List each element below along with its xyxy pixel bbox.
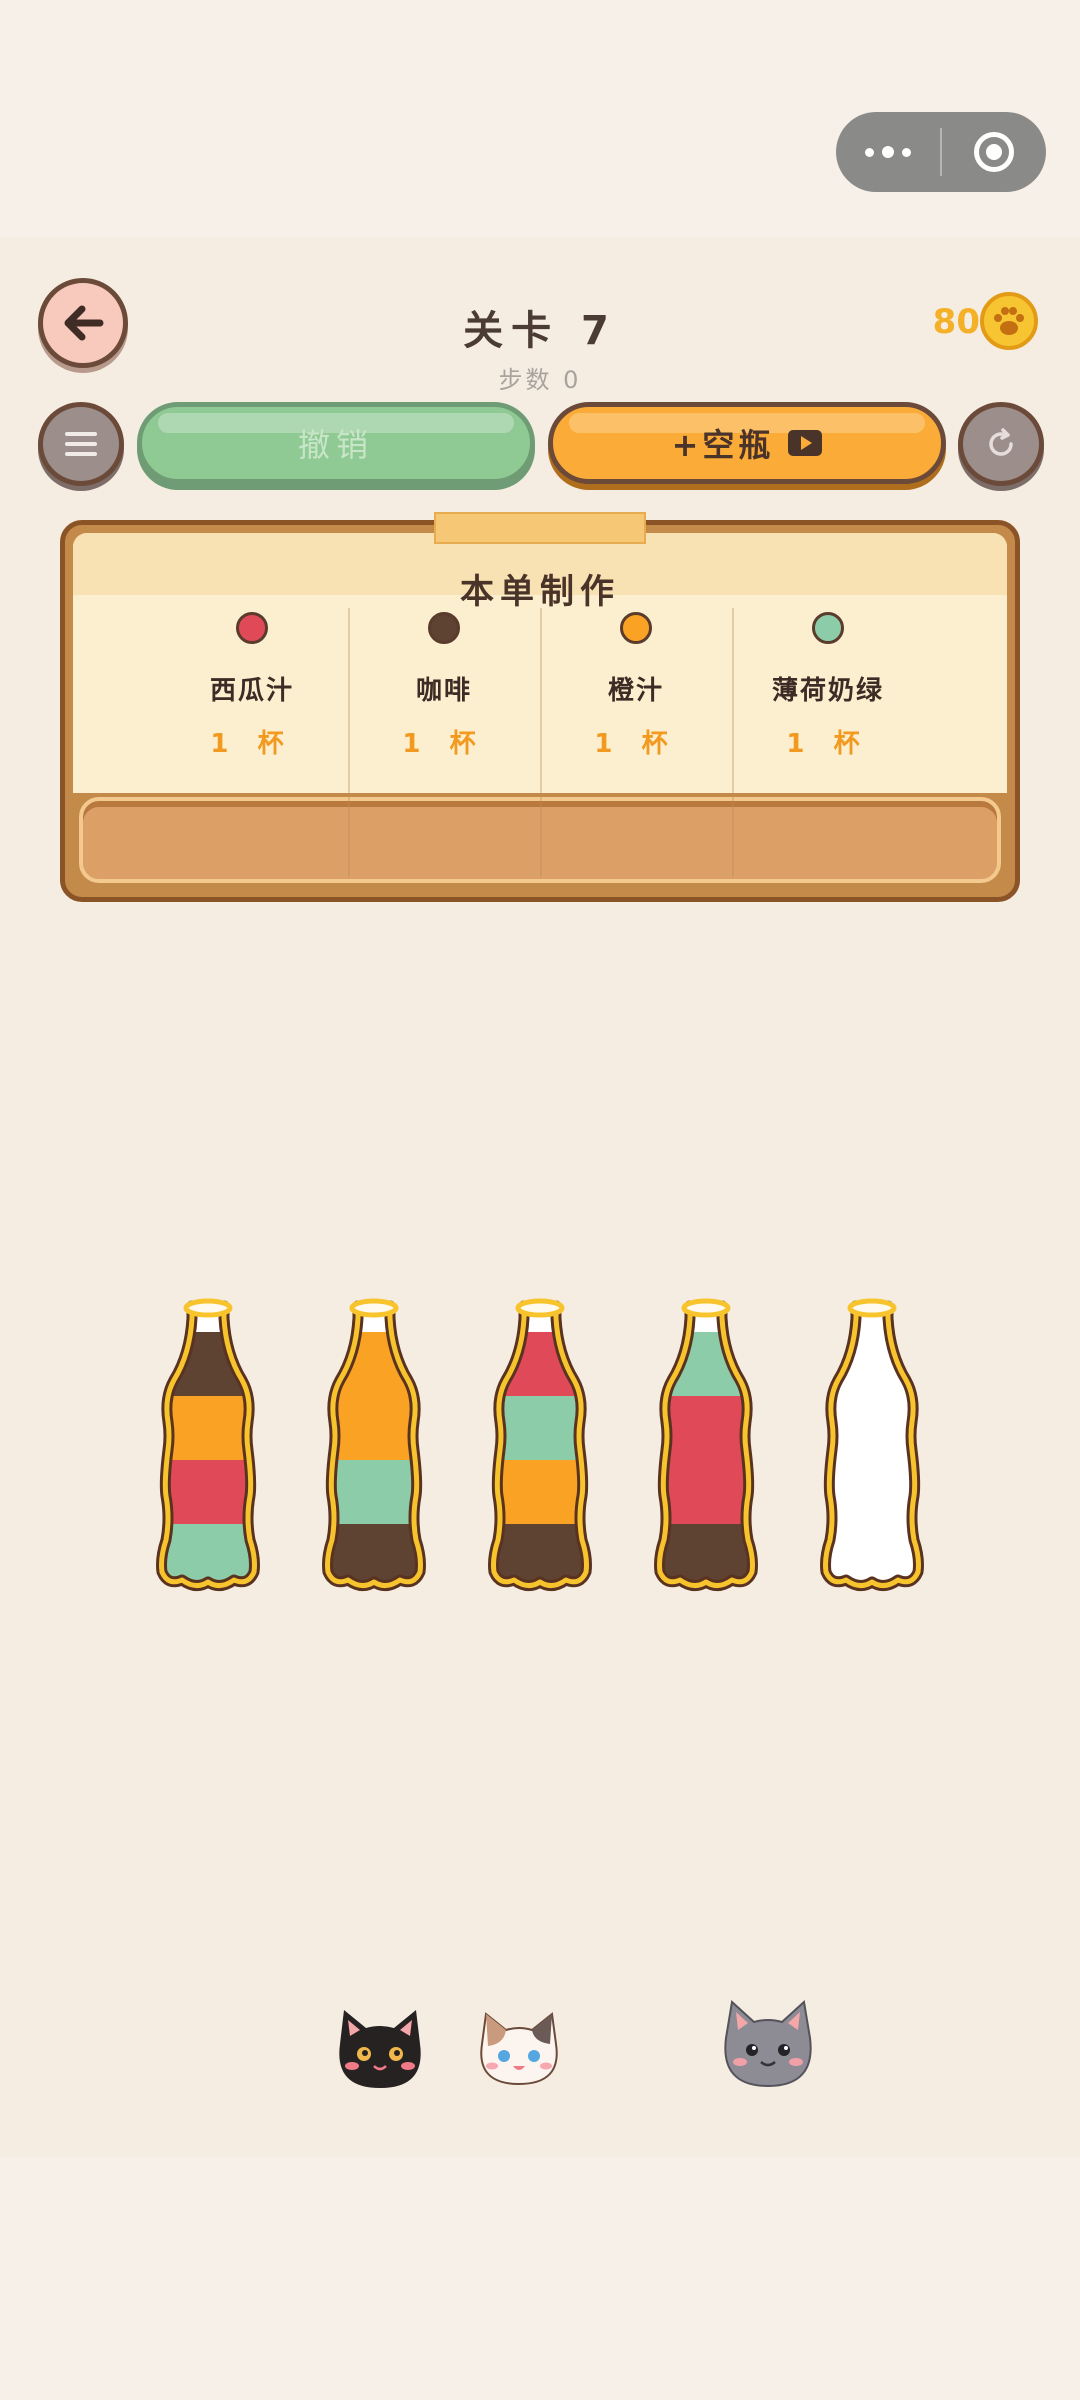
bottle-mouth bbox=[349, 1298, 399, 1318]
order-item-watermelon: 西瓜汁 1 杯 bbox=[157, 612, 347, 760]
drink-name: 咖啡 bbox=[415, 676, 472, 706]
add-bottle-label: +空瓶 bbox=[671, 426, 775, 464]
order-item-coffee: 咖啡 1 杯 bbox=[349, 612, 539, 760]
bottle-graphic bbox=[654, 1298, 758, 1591]
restart-button[interactable] bbox=[958, 402, 1044, 486]
drink-quantity: 1 杯 bbox=[402, 729, 486, 759]
miniprogram-capsule bbox=[836, 112, 1046, 192]
undo-button[interactable]: 撤销 bbox=[137, 402, 535, 484]
bottle-graphic bbox=[322, 1298, 426, 1591]
gray-cat bbox=[716, 1998, 820, 2094]
more-button[interactable] bbox=[836, 112, 940, 192]
target-circle-icon bbox=[974, 132, 1014, 172]
undo-label: 撤销 bbox=[297, 426, 374, 464]
menu-button[interactable] bbox=[38, 402, 124, 486]
order-title: 本单制作 bbox=[460, 572, 620, 612]
order-item-mint: 薄荷奶绿 1 杯 bbox=[733, 612, 923, 760]
bottle-5[interactable] bbox=[812, 1296, 932, 1592]
bottle-1[interactable] bbox=[148, 1296, 268, 1592]
calico-cat bbox=[474, 2010, 564, 2092]
drink-quantity: 1 杯 bbox=[786, 729, 870, 759]
restart-icon bbox=[989, 428, 1013, 456]
paw-coin-icon bbox=[980, 292, 1038, 350]
drink-name: 橙汁 bbox=[607, 676, 664, 706]
video-icon bbox=[788, 430, 823, 456]
step-counter: 步数 0 bbox=[498, 366, 582, 394]
level-title: 关卡 7 bbox=[463, 308, 617, 354]
order-item-orange: 橙汁 1 杯 bbox=[541, 612, 731, 760]
drink-quantity: 1 杯 bbox=[594, 729, 678, 759]
drink-name: 西瓜汁 bbox=[209, 676, 294, 706]
bottle-3[interactable] bbox=[480, 1296, 600, 1592]
menu-icon bbox=[65, 432, 97, 456]
tape-decoration bbox=[434, 512, 646, 544]
drink-color-dot bbox=[812, 612, 844, 644]
bottle-mouth bbox=[515, 1298, 565, 1318]
back-button[interactable] bbox=[38, 278, 128, 368]
drink-name: 薄荷奶绿 bbox=[771, 676, 884, 706]
coin-count: 80 bbox=[932, 302, 980, 342]
bottle-4[interactable] bbox=[646, 1296, 766, 1592]
black-cat bbox=[330, 2006, 430, 2096]
bottle-mouth bbox=[183, 1298, 233, 1318]
bottle-graphic bbox=[488, 1298, 592, 1591]
add-empty-bottle-button[interactable]: +空瓶 bbox=[548, 402, 946, 484]
arrow-left-icon bbox=[64, 305, 104, 341]
drink-quantity: 1 杯 bbox=[210, 729, 294, 759]
close-miniprogram-button[interactable] bbox=[942, 112, 1046, 192]
drink-color-dot bbox=[620, 612, 652, 644]
drink-color-dot bbox=[236, 612, 268, 644]
bottle-graphic bbox=[156, 1298, 260, 1591]
bottle-mouth bbox=[847, 1298, 897, 1318]
drink-color-dot bbox=[428, 612, 460, 644]
bottle-2[interactable] bbox=[314, 1296, 434, 1592]
bottle-mouth bbox=[681, 1298, 731, 1318]
bottle-graphic bbox=[820, 1298, 924, 1591]
more-dots-icon bbox=[865, 146, 911, 158]
